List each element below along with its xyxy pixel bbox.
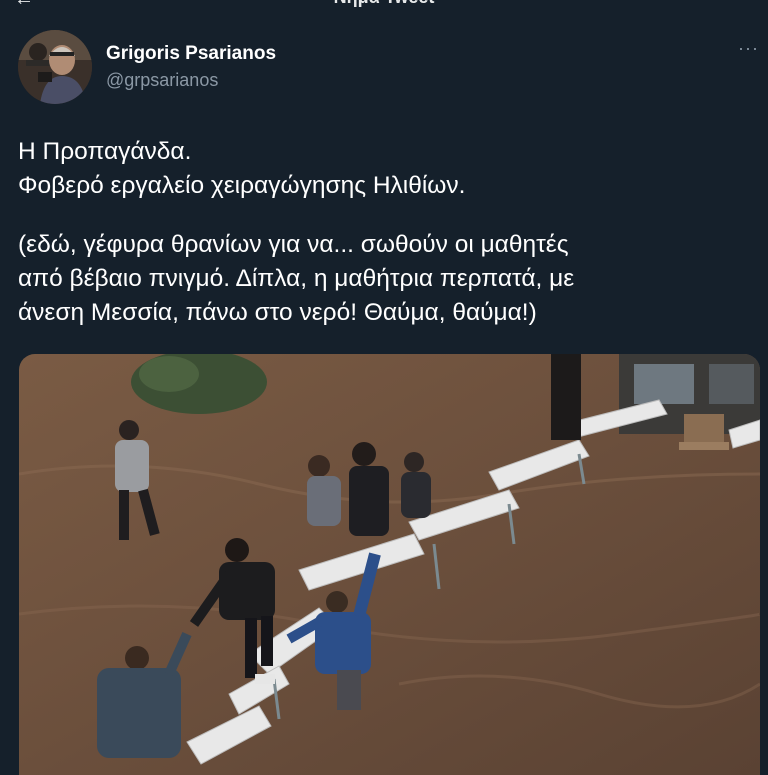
tweet-text-line: άνεση Μεσσία, πάνω στο νερό! Θαύμα, θαύμ… (18, 299, 537, 326)
tweet-photo[interactable] (19, 354, 760, 775)
page-title: Νήμα Tweet (0, 0, 768, 8)
tweet-text-line: (εδώ, γέφυρα θρανίων για να... σωθούν οι… (18, 231, 569, 258)
avatar[interactable] (18, 30, 92, 104)
top-navigation-bar: ← Νήμα Tweet (0, 0, 768, 10)
more-options-icon[interactable]: ··· (738, 38, 759, 59)
tweet-text-line: από βέβαιο πνιγμό. Δίπλα, η μαθήτρια περ… (18, 265, 575, 292)
flood-photo-illustration (19, 354, 760, 775)
tweet-text-line: Η Προπαγάνδα. (18, 138, 192, 165)
author-name[interactable]: Grigoris Psarianos (106, 43, 276, 65)
avatar-image (18, 30, 92, 104)
tweet-text-paragraph-1: Η Προπαγάνδα. Φοβερό εργαλείο χειραγώγησ… (18, 135, 753, 203)
tweet-text-paragraph-2: (εδώ, γέφυρα θρανίων για να... σωθούν οι… (18, 228, 753, 330)
tweet-detail-view: ← Νήμα Tweet Grigoris Psarianos @grpsari… (0, 0, 768, 775)
author-handle[interactable]: @grpsarianos (106, 70, 218, 91)
tweet-text-line: Φοβερό εργαλείο χειραγώγησης Ηλιθίων. (18, 172, 466, 199)
